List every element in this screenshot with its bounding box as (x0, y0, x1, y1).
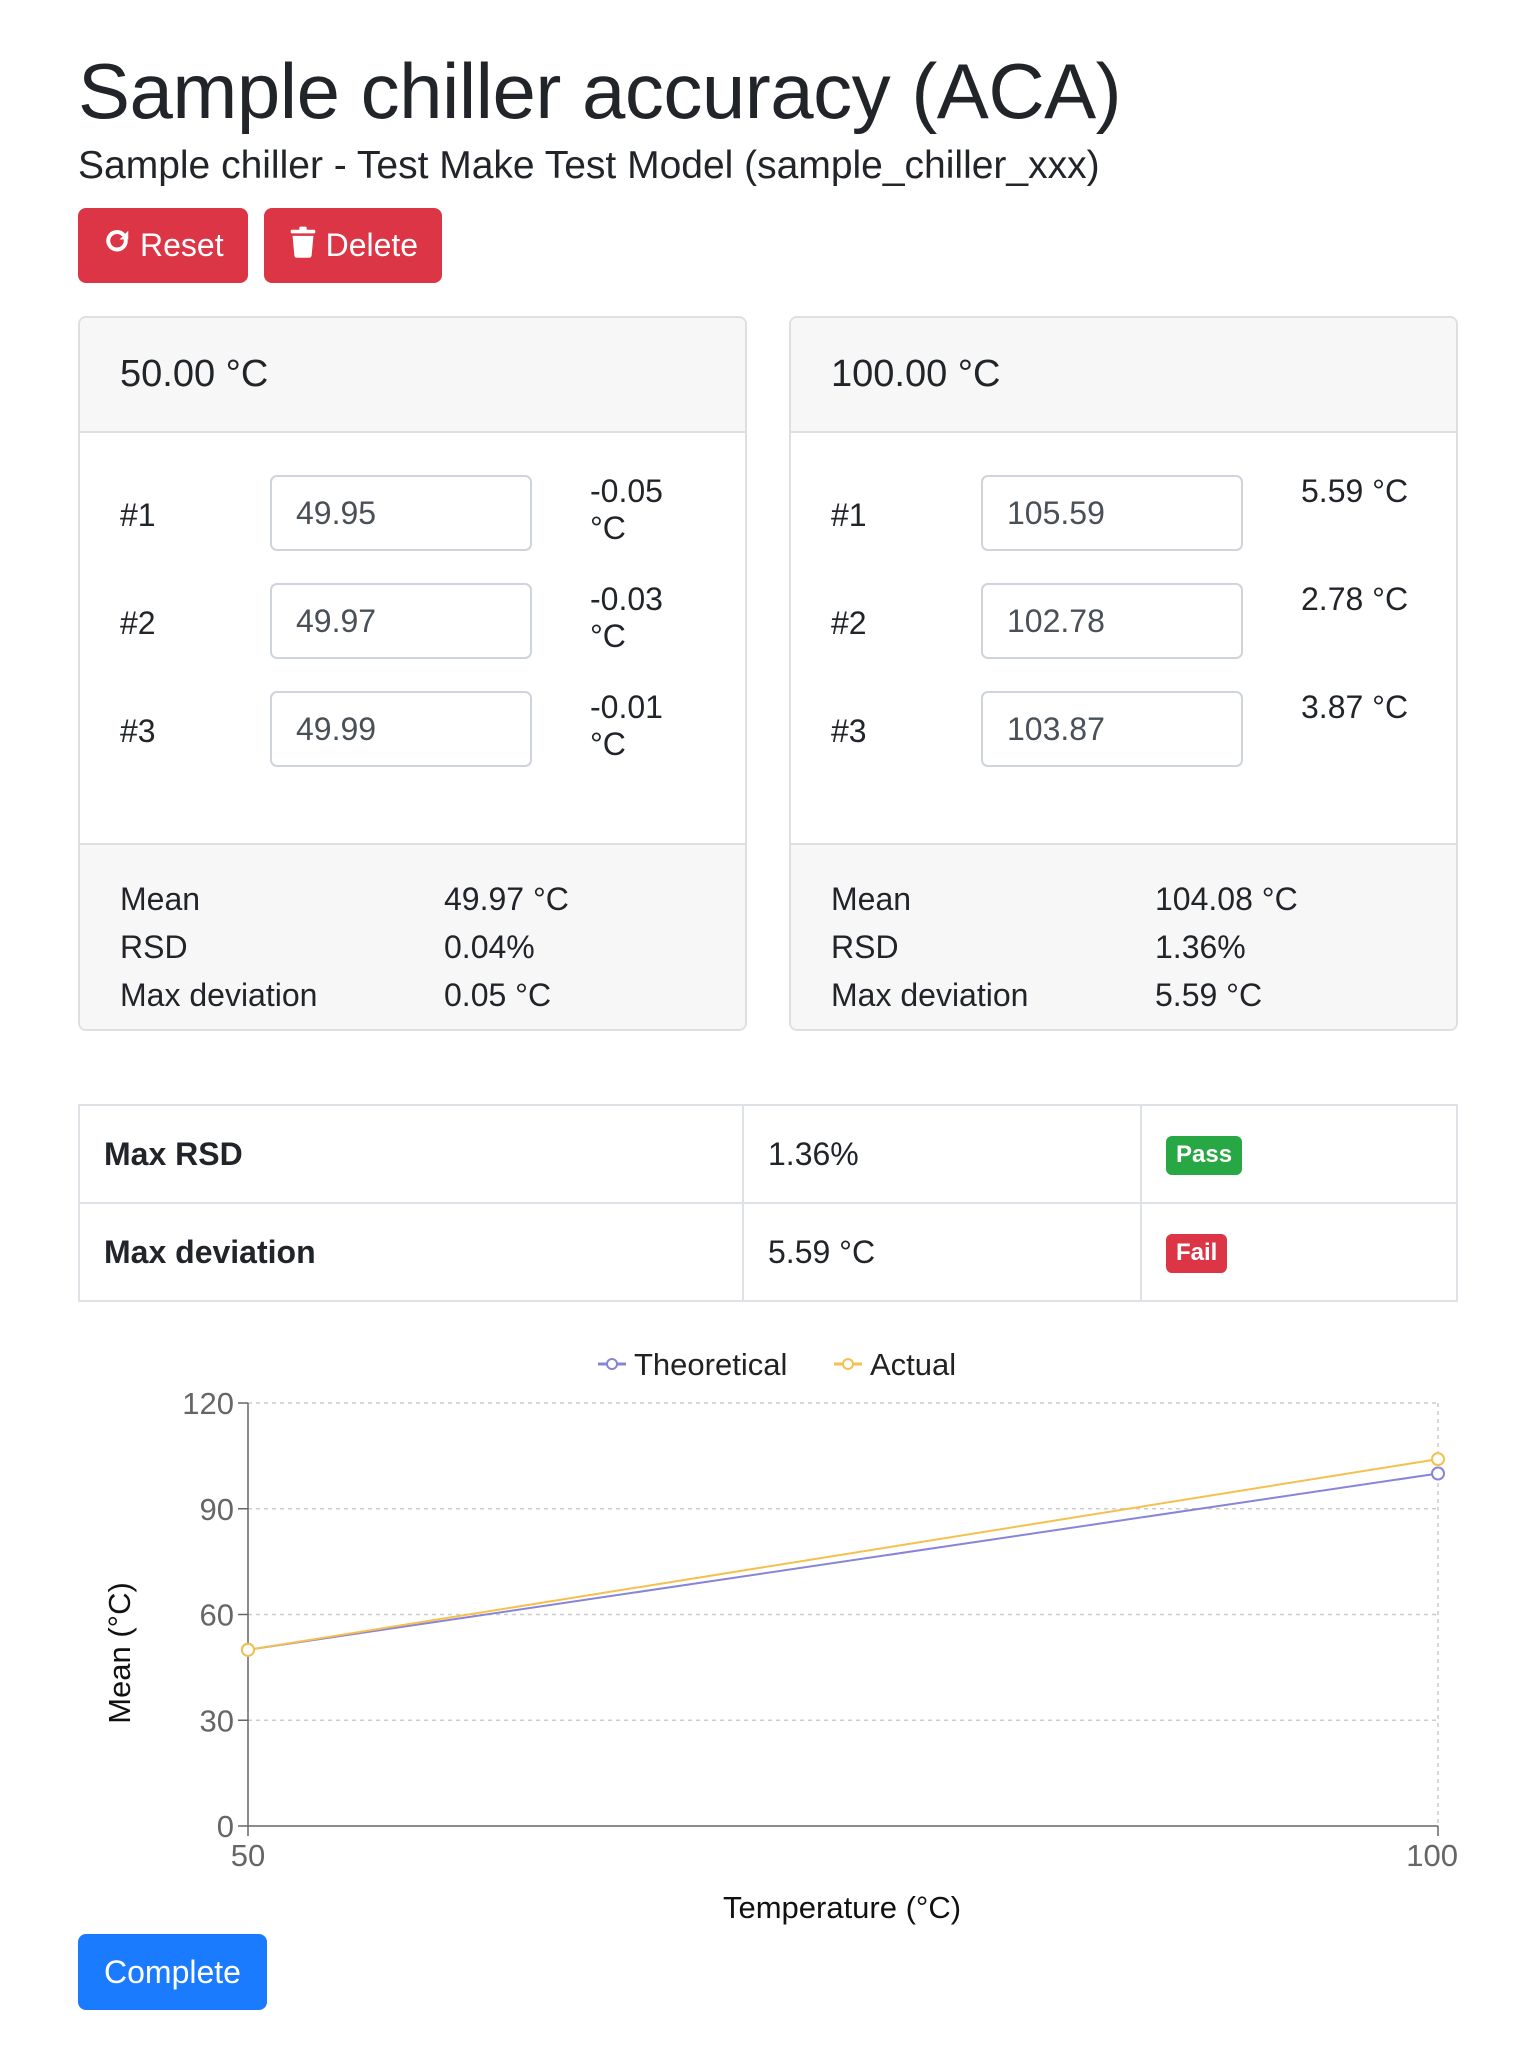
stat-label: Max deviation (831, 976, 1029, 1013)
reading-input[interactable] (981, 475, 1243, 551)
reading-deviation: 2.78 °C (1301, 581, 1409, 617)
status-badge-pass: Pass (1166, 1136, 1243, 1175)
setpoint-header: 100.00 °C (791, 318, 1456, 433)
stat-value: 0.05 °C (444, 976, 552, 1013)
mean-chart: 0 30 60 90 120 50 100 Theoretical Actual Temper… (78, 1340, 1458, 1930)
stat-row-max-deviation: Max deviation 0.05 °C (120, 971, 705, 1019)
stat-label: Mean (120, 880, 201, 917)
reading-deviation: 3.87 °C (1301, 689, 1409, 725)
reading-input[interactable] (981, 583, 1243, 659)
legend-marker-icon (842, 1358, 854, 1370)
legend-marker-icon (606, 1358, 618, 1370)
table-row: Max deviation 5.59 °C Fail (78, 1202, 1458, 1302)
stat-value: 104.08 °C (1155, 880, 1298, 917)
stat-row-mean: Mean 104.08 °C (831, 875, 1416, 923)
reading-deviation: -0.03 °C (590, 581, 663, 654)
reading-label: #2 (831, 605, 867, 641)
x-tick-label: 50 (231, 1838, 265, 1873)
y-tick-label: 30 (200, 1703, 234, 1738)
reading-row: #3 -0.01 °C (120, 689, 705, 799)
legend-label: Actual (870, 1347, 956, 1382)
chart-svg: 030609012050 100 Theoretical Actual Temper… (102, 1347, 1458, 1925)
setpoint-header: 50.00 °C (80, 318, 745, 433)
reading-label: #3 (831, 713, 867, 749)
reading-deviation: 5.59 °C (1301, 473, 1409, 509)
trash-icon (288, 226, 318, 266)
reading-row: #2 -0.03 °C (120, 581, 705, 691)
reading-deviation: -0.05 °C (590, 473, 663, 546)
summary-table: Max RSD 1.36% Pass Max deviation 5.59 °C… (78, 1104, 1458, 1302)
complete-label: Complete (104, 1953, 241, 1990)
action-bar: Reset Delete (78, 208, 443, 283)
table-row: Max RSD 1.36% Pass (78, 1104, 1458, 1204)
stat-row-rsd: RSD 1.36% (831, 923, 1416, 971)
legend-item-theoretical: Theoretical (598, 1347, 787, 1382)
page-title: Sample chiller accuracy (ACA) (78, 47, 1122, 135)
stat-row-mean: Mean 49.97 °C (120, 875, 705, 923)
delete-label: Delete (325, 227, 419, 263)
stat-value: 49.97 °C (444, 880, 569, 917)
complete-button[interactable]: Complete (78, 1934, 267, 2010)
y-axis-label: Mean (°C) (102, 1582, 137, 1724)
reading-input[interactable] (270, 475, 532, 551)
reading-input[interactable] (981, 691, 1243, 767)
stat-row-rsd: RSD 0.04% (120, 923, 705, 971)
stat-label: RSD (120, 928, 188, 965)
summary-metric: Max RSD (78, 1104, 744, 1204)
series-line-theoretical (247, 1472, 1439, 1651)
legend-label: Theoretical (634, 1347, 787, 1382)
summary-metric: Max deviation (78, 1202, 744, 1302)
chart-series (241, 1452, 1445, 1657)
reading-row: #1 -0.05 °C (120, 473, 705, 583)
reading-label: #2 (120, 605, 156, 641)
summary-value: 5.59 °C (742, 1202, 1142, 1302)
readings-list: #1 5.59 °C #2 2.78 °C #3 3.87 °C (791, 433, 1456, 843)
reading-row: #1 5.59 °C (831, 473, 1416, 583)
chart-legend: Theoretical Actual (598, 1347, 956, 1382)
data-point-actual (1431, 1452, 1445, 1467)
stat-label: RSD (831, 928, 899, 965)
stats-footer: Mean 104.08 °C RSD 1.36% Max deviation 5… (791, 843, 1456, 1029)
status-badge-fail: Fail (1166, 1234, 1228, 1273)
reading-row: #2 2.78 °C (831, 581, 1416, 691)
stat-label: Mean (831, 880, 912, 917)
reading-label: #3 (120, 713, 156, 749)
stat-value: 5.59 °C (1155, 976, 1263, 1013)
reading-row: #3 3.87 °C (831, 689, 1416, 799)
data-point-actual (241, 1642, 255, 1657)
stat-label: Max deviation (120, 976, 318, 1013)
stat-row-max-deviation: Max deviation 5.59 °C (831, 971, 1416, 1019)
data-point-theoretical (1431, 1466, 1445, 1481)
stat-value: 1.36% (1155, 928, 1246, 965)
redo-icon (102, 226, 132, 266)
stat-value: 0.04% (444, 928, 535, 965)
y-tick-label: 60 (200, 1598, 234, 1633)
summary-value: 1.36% (742, 1104, 1142, 1204)
readings-list: #1 -0.05 °C #2 -0.03 °C #3 -0.01 °C (80, 433, 745, 843)
page-subtitle: Sample chiller - Test Make Test Model (s… (78, 144, 1100, 187)
setpoint-card: 50.00 °C #1 -0.05 °C #2 -0.03 °C #3 -0.0… (78, 316, 747, 1031)
reset-button[interactable]: Reset (78, 208, 248, 283)
y-tick-label: 120 (182, 1386, 234, 1421)
x-tick-label: 100 (1406, 1838, 1458, 1873)
legend-item-actual: Actual (834, 1347, 956, 1382)
setpoint-card: 100.00 °C #1 5.59 °C #2 2.78 °C #3 3.87 … (789, 316, 1458, 1031)
y-tick-label: 90 (200, 1492, 234, 1527)
summary-result-cell: Fail (1140, 1202, 1458, 1302)
delete-button[interactable]: Delete (263, 208, 443, 283)
reading-deviation: -0.01 °C (590, 689, 663, 762)
reading-input[interactable] (270, 691, 532, 767)
summary-result-cell: Pass (1140, 1104, 1458, 1204)
reading-label: #1 (831, 497, 867, 533)
series-line-actual (247, 1458, 1439, 1651)
reading-label: #1 (120, 497, 156, 533)
stats-footer: Mean 49.97 °C RSD 0.04% Max deviation 0.… (80, 843, 745, 1029)
reading-input[interactable] (270, 583, 532, 659)
setpoint-cards: 50.00 °C #1 -0.05 °C #2 -0.03 °C #3 -0.0… (78, 316, 1458, 1031)
chart-grid (248, 1402, 1439, 1826)
reset-label: Reset (140, 227, 224, 263)
x-axis-label: Temperature (°C) (723, 1890, 961, 1925)
